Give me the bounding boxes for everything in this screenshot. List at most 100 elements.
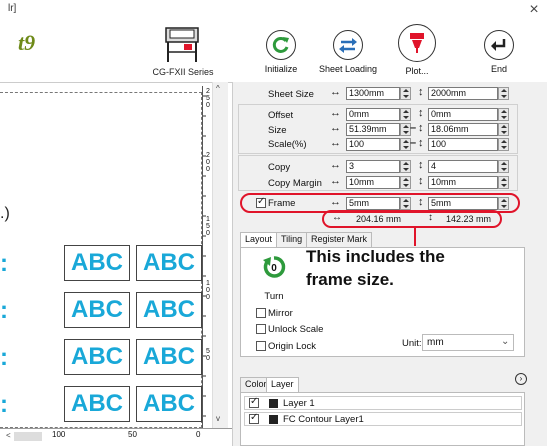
- unit-select[interactable]: mm ⌄: [422, 334, 514, 351]
- layer-row[interactable]: FC Contour Layer1: [244, 412, 522, 426]
- layer-name: Layer 1: [283, 398, 315, 409]
- sheet-height-field[interactable]: 2000mm: [428, 87, 498, 100]
- scale-y-field[interactable]: 100: [428, 138, 498, 151]
- width-arrow-icon: ↔: [330, 175, 341, 187]
- horizontal-scroll-thumb[interactable]: [14, 432, 42, 441]
- callout-text: This includes the frame size.: [306, 245, 445, 291]
- copy-margin-y-spinner[interactable]: [498, 176, 509, 189]
- app-logo: t9: [18, 30, 36, 55]
- plotter-model-label: CG-FXII Series: [152, 67, 214, 77]
- ruler-v-label: 2: [206, 88, 210, 95]
- horizontal-ruler: < 100 50 0: [0, 428, 232, 446]
- height-arrow-icon: ↕: [418, 137, 424, 149]
- abc-copy: ABC: [136, 386, 202, 422]
- width-arrow-icon: ↔: [330, 86, 341, 98]
- copy-y-spinner[interactable]: [498, 160, 509, 173]
- copy-x-field[interactable]: 3: [346, 160, 400, 173]
- scroll-down-icon[interactable]: v: [216, 414, 220, 423]
- link-dash-icon[interactable]: –: [410, 122, 416, 134]
- unlock-scale-checkbox[interactable]: [256, 324, 266, 334]
- offset-y-field[interactable]: 0mm: [428, 108, 498, 121]
- sheet-width-field[interactable]: 1300mm: [346, 87, 400, 100]
- width-arrow-icon: ↔: [330, 159, 341, 171]
- scale-x-field[interactable]: 100: [346, 138, 400, 151]
- sheet-loading-button[interactable]: Sheet Loading: [318, 30, 378, 74]
- plot-button[interactable]: Plot...: [387, 24, 447, 76]
- close-button[interactable]: ×: [524, 1, 544, 19]
- origin-lock-label: Origin Lock: [268, 341, 317, 352]
- tab-layer[interactable]: Layer: [266, 377, 299, 393]
- frame-y-spinner[interactable]: [498, 197, 509, 210]
- end-button[interactable]: End: [469, 30, 529, 74]
- tab-layout[interactable]: Layout: [240, 232, 278, 248]
- sheet-height-spinner[interactable]: [498, 87, 509, 100]
- ruler-v-label: 2: [206, 152, 210, 159]
- ruler-v-label: 1: [206, 216, 210, 223]
- window-title: lr]: [8, 3, 17, 14]
- layer-menu-icon[interactable]: ›: [515, 373, 527, 385]
- scroll-up-icon[interactable]: ^: [216, 84, 220, 93]
- size-height-field[interactable]: 18.06mm: [428, 123, 498, 136]
- width-arrow-icon: ↔: [330, 122, 341, 134]
- chevron-down-icon: ⌄: [501, 336, 510, 347]
- turn-button[interactable]: 0 Turn: [252, 254, 296, 302]
- height-arrow-icon: ↕: [418, 122, 424, 134]
- abc-fragment: :: [0, 297, 8, 324]
- layer-visible-checkbox[interactable]: [249, 396, 259, 408]
- width-arrow-icon: ↔: [330, 107, 341, 119]
- size-width-field[interactable]: 51.39mm: [346, 123, 400, 136]
- plotter-icon[interactable]: [162, 26, 202, 64]
- height-arrow-icon: ↕: [428, 212, 433, 223]
- tab-tiling[interactable]: Tiling: [276, 232, 308, 247]
- copy-margin-y-field[interactable]: 10mm: [428, 176, 498, 189]
- ruler-v-label: 5: [206, 348, 210, 355]
- layer-row[interactable]: Layer 1: [244, 396, 522, 410]
- abc-fragment: :: [0, 391, 8, 418]
- copy-x-spinner[interactable]: [400, 160, 411, 173]
- plot-label: Plot...: [405, 66, 429, 76]
- rotate-icon: 0: [263, 256, 286, 278]
- ruler-v-label: 5: [206, 223, 210, 230]
- abc-copy: ABC: [136, 292, 202, 328]
- copy-margin-x-field[interactable]: 10mm: [346, 176, 400, 189]
- sheet-width-spinner[interactable]: [400, 87, 411, 100]
- offset-y-spinner[interactable]: [498, 108, 509, 121]
- sheet-size-label: Sheet Size: [268, 89, 314, 100]
- frame-label: Frame: [268, 198, 296, 209]
- copy-margin-x-spinner[interactable]: [400, 176, 411, 189]
- initialize-button[interactable]: Initialize: [251, 30, 311, 74]
- ruler-v-label: 0: [206, 230, 210, 237]
- frame-checkbox[interactable]: [256, 196, 266, 208]
- link-dash-icon[interactable]: –: [410, 137, 416, 149]
- abc-copy: ABC: [136, 245, 202, 281]
- frame-x-spinner[interactable]: [400, 197, 411, 210]
- ruler-h-label: 50: [128, 430, 137, 439]
- height-arrow-icon: ↕: [418, 159, 424, 171]
- offset-x-spinner[interactable]: [400, 108, 411, 121]
- ruler-v-label: 0: [206, 294, 210, 301]
- abc-copy: ABC: [64, 386, 130, 422]
- return-arrow-icon: [491, 39, 506, 51]
- end-label: End: [490, 64, 507, 74]
- sheet-loading-label: Sheet Loading: [318, 64, 378, 74]
- height-arrow-icon: ↕: [418, 196, 424, 208]
- plot-cutter-icon: [410, 33, 424, 53]
- layer-visible-checkbox[interactable]: [249, 412, 259, 424]
- origin-lock-checkbox[interactable]: [256, 341, 266, 351]
- width-arrow-icon: ↔: [330, 196, 341, 208]
- frame-y-field[interactable]: 5mm: [428, 197, 498, 210]
- copy-y-field[interactable]: 4: [428, 160, 498, 173]
- abc-fragment: :: [0, 344, 8, 371]
- layer-name: FC Contour Layer1: [283, 414, 364, 425]
- offset-x-field[interactable]: 0mm: [346, 108, 400, 121]
- ruler-v-label: 0: [206, 102, 210, 109]
- scroll-left-icon[interactable]: <: [6, 431, 11, 440]
- frame-x-field[interactable]: 5mm: [346, 197, 400, 210]
- swap-arrows-icon: [339, 38, 357, 53]
- scale-y-spinner[interactable]: [498, 138, 509, 151]
- canvas-vertical-scrollbar[interactable]: ^ v: [212, 82, 228, 428]
- mirror-checkbox[interactable]: [256, 308, 266, 318]
- size-height-spinner[interactable]: [498, 123, 509, 136]
- abc-fragment: :: [0, 250, 8, 277]
- vertical-ruler: 2 5 0 2 0 0 1 5 0 1 0 0 5 0: [202, 86, 212, 428]
